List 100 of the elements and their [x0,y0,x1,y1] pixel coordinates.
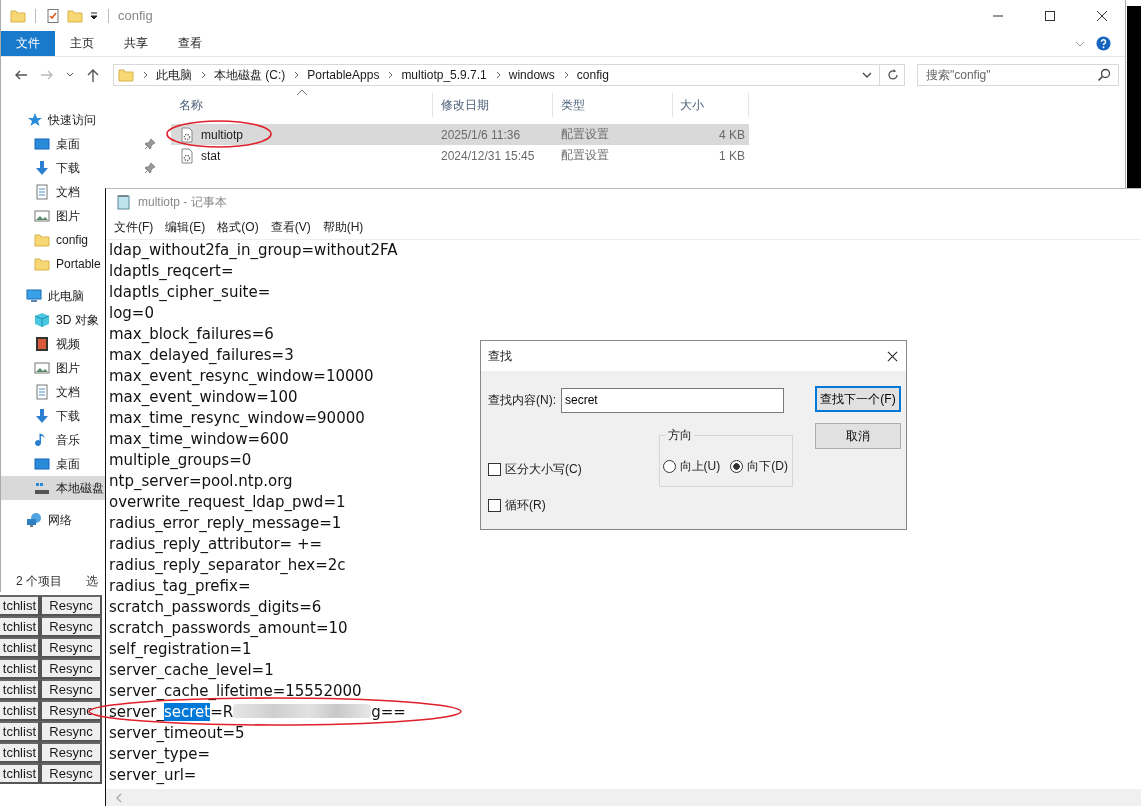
resync-button[interactable]: Resync [40,658,102,679]
breadcrumb-item[interactable]: 此电脑 [156,66,192,84]
column-header[interactable]: 类型 [553,93,673,117]
checkbox-label[interactable]: 循环(R) [505,497,546,514]
menu-item[interactable]: 编辑(E) [159,218,212,236]
list-button[interactable]: tchlist [0,763,40,784]
text-line: max_event_window=100 [109,387,298,408]
desktop-icon [34,136,50,152]
ribbon-tab[interactable]: 文件 [1,31,55,56]
ribbon-tab[interactable]: 主页 [55,31,109,56]
search-field[interactable]: 搜索"config" [917,64,1119,86]
nav-item[interactable]: 文档 [1,380,105,404]
list-button[interactable]: tchlist [0,700,40,721]
breadcrumb-item[interactable]: multiotp_5.9.7.1 [401,68,487,82]
nav-item[interactable]: 快速访问 [1,108,166,132]
chevron-right-icon[interactable] [562,70,571,80]
list-button[interactable]: tchlist [0,721,40,742]
pin-icon[interactable] [144,162,156,174]
refresh-icon[interactable] [886,68,900,82]
list-button[interactable]: tchlist [0,679,40,700]
close-icon[interactable] [887,350,898,362]
checkbox-label[interactable]: 区分大小写(C) [505,461,582,478]
nav-item[interactable]: 下载 [1,156,166,180]
notepad-icon [116,194,132,210]
dialog-button[interactable]: 取消 [815,423,901,449]
nav-item[interactable]: 此电脑 [1,284,105,308]
resync-button[interactable]: Resync [40,637,102,658]
nav-item[interactable]: config [1,228,105,252]
text-line: multiple_groups=0 [109,450,252,471]
text-line: scratch_passwords_digits=6 [109,597,322,618]
column-header[interactable]: 大小 [673,93,749,117]
list-button[interactable]: tchlist [0,595,40,616]
radio-button[interactable] [662,460,676,473]
download-icon [34,160,50,176]
breadcrumb-item[interactable]: 本地磁盘 (C:) [214,66,286,84]
address-bar[interactable]: 此电脑 本地磁盘 (C:) PortableApps multiotp_5.9.7.1 windows config [113,64,905,86]
nav-item[interactable]: 桌面 [1,132,166,156]
file-date: 2024/12/31 15:45 [440,147,536,165]
list-button[interactable]: tchlist [0,637,40,658]
text-line: radius_reply_attributor= += [109,534,323,555]
resync-button[interactable]: Resync [40,679,102,700]
nav-item[interactable]: 桌面 [1,452,105,476]
nav-item[interactable]: 文档 [1,180,105,204]
star-icon [26,112,42,128]
chevron-right-icon[interactable] [494,70,503,80]
window-title: config [118,8,153,23]
pin-icon[interactable] [144,138,156,150]
resync-button[interactable]: Resync [40,595,102,616]
text-line: server_timeout=5 [109,723,245,744]
nav-item[interactable]: Portable [1,252,105,276]
resync-button[interactable]: Resync [40,742,102,763]
list-button[interactable]: tchlist [0,616,40,637]
up-arrow-icon[interactable] [85,67,101,83]
resync-button[interactable]: Resync [40,721,102,742]
chevron-right-icon[interactable] [200,70,208,80]
file-row[interactable]: stat 2024/12/31 15:45 配置设置 1 KB [171,145,749,166]
breadcrumb-item[interactable]: PortableApps [307,68,380,82]
checklist-icon[interactable] [45,7,61,24]
resync-button[interactable]: Resync [40,616,102,637]
nav-item[interactable]: 视频 [1,332,105,356]
dropdown-icon[interactable] [89,10,99,21]
resync-button[interactable]: Resync [40,763,102,784]
list-button[interactable]: tchlist [0,658,40,679]
help-icon[interactable] [1096,36,1111,51]
checkbox[interactable] [488,463,501,476]
text-line: ldaptls_cipher_suite= [109,282,271,303]
nav-item[interactable]: 3D 对象 [1,308,105,332]
drive-icon [34,480,50,496]
column-header[interactable]: 名称 [171,93,433,117]
menu-item[interactable]: 文件(F) [108,218,160,236]
search-input[interactable]: secret [561,387,784,413]
dialog-button[interactable]: 查找下一个(F) [815,386,901,412]
selected-text: secret [164,703,211,721]
text-line: overwrite_request_ldap_pwd=1 [109,492,346,513]
chevron-right-icon[interactable] [142,70,150,80]
horizontal-scrollbar[interactable] [106,789,1141,806]
list-button[interactable]: tchlist [0,742,40,763]
radio-label[interactable]: 向下(D) [747,458,788,475]
radio-button[interactable] [730,460,744,473]
nav-item[interactable]: 图片 [1,356,105,380]
nav-item[interactable]: 本地磁盘 [1,476,105,500]
breadcrumb-item[interactable]: config [576,68,609,82]
radio-label[interactable]: 向上(U) [679,458,721,475]
nav-item[interactable]: 音乐 [1,428,105,452]
video-icon [34,336,50,352]
checkbox[interactable] [488,499,501,512]
resync-button[interactable]: Resync [40,700,102,721]
breadcrumb-item[interactable]: windows [508,68,555,82]
menu-item[interactable]: 查看(V) [264,218,317,236]
text-line: scratch_passwords_amount=10 [109,618,348,639]
nav-item[interactable]: 图片 [1,204,105,228]
document-icon [34,184,50,200]
menu-item[interactable]: 帮助(H) [316,218,370,236]
text-line: radius_reply_separator_hex=2c [109,555,346,576]
menu-item[interactable]: 格式(O) [211,218,265,236]
nav-item[interactable]: 下载 [1,404,105,428]
ribbon-tab[interactable]: 共享 [109,31,163,56]
ribbon-tab[interactable]: 查看 [163,31,217,56]
nav-item[interactable]: 网络 [1,508,105,532]
column-header[interactable]: 修改日期 [433,93,553,117]
